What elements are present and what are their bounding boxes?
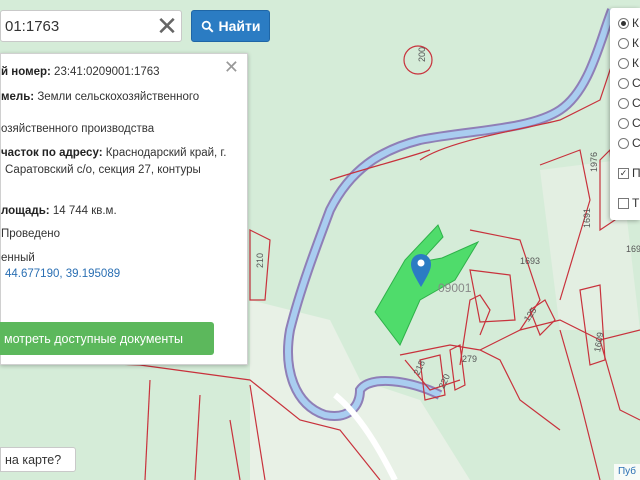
category-value: Земли сельскохозяйственного <box>37 91 200 103</box>
area-value: 14 744 кв.м. <box>52 205 117 217</box>
category-value-cont: озяйственного производства <box>1 123 155 135</box>
category-row: мель: Земли сельскохозяйственного <box>1 91 199 103</box>
radio-icon[interactable] <box>618 97 629 109</box>
status-value: Проведено <box>1 228 61 240</box>
radio-icon[interactable] <box>618 77 629 89</box>
parcel-label: 1693 <box>520 256 540 266</box>
checkbox-icon[interactable] <box>618 197 629 209</box>
layer-item[interactable]: С <box>618 116 640 130</box>
close-icon[interactable]: ✕ <box>224 58 239 76</box>
radio-icon[interactable] <box>618 17 629 29</box>
category-label: мель: <box>1 91 35 103</box>
checkbox-icon[interactable]: ✓ <box>618 167 629 179</box>
address-value-cont: Саратовский с/о, секция 27, контуры <box>5 164 201 176</box>
layer-label: К <box>632 56 639 70</box>
find-button[interactable]: Найти <box>191 10 270 42</box>
layer-item[interactable]: К <box>618 56 639 70</box>
layer-item[interactable]: С <box>618 76 640 90</box>
parcel-label: 09001 <box>438 281 472 295</box>
layer-label: Т <box>632 196 640 210</box>
parcel-label: 279 <box>462 354 477 364</box>
radio-icon[interactable] <box>618 137 629 149</box>
parcel-label: 210 <box>255 253 265 268</box>
layer-item[interactable]: С <box>618 136 640 150</box>
find-button-label: Найти <box>218 18 261 34</box>
address-row: часток по адресу: Краснодарский край, г. <box>1 147 226 159</box>
map-attribution[interactable]: Пуб <box>613 464 640 480</box>
layers-panel: К К К С С С С ✓ П Т <box>610 8 640 220</box>
layer-item[interactable]: ✓ П <box>618 166 640 180</box>
parcel-label: 1691 <box>582 208 592 228</box>
radio-icon[interactable] <box>618 117 629 129</box>
radio-icon[interactable] <box>618 57 629 69</box>
layer-item[interactable]: С <box>618 96 640 110</box>
cad-number-row: й номер: 23:41:0209001:1763 <box>1 66 160 78</box>
search-icon <box>201 20 213 32</box>
close-icon[interactable]: ✕ <box>153 12 181 40</box>
layer-label: П <box>632 166 640 180</box>
search-input[interactable]: 01:1763 <box>1 18 153 35</box>
cad-number-value: 23:41:0209001:1763 <box>54 66 160 78</box>
radio-icon[interactable] <box>618 37 629 49</box>
parcel-label: 1691 <box>626 244 640 254</box>
address-value: Краснодарский край, г. <box>105 147 227 159</box>
area-row: лощадь: 14 744 кв.м. <box>1 205 117 217</box>
parcel-info-popup: ✕ й номер: 23:41:0209001:1763 мель: Земл… <box>0 53 248 365</box>
address-label: часток по адресу: <box>1 147 103 159</box>
layer-label: С <box>632 96 640 110</box>
layer-item[interactable]: К <box>618 16 639 30</box>
search-field[interactable]: 01:1763 ✕ <box>0 10 182 42</box>
cad-number-label: й номер: <box>1 66 51 78</box>
layer-label: К <box>632 36 639 50</box>
area-label: лощадь: <box>1 205 50 217</box>
layer-label: С <box>632 76 640 90</box>
parcel-label: 200 <box>417 47 427 62</box>
layer-item[interactable]: Т <box>618 196 639 210</box>
coordinates-link[interactable]: 44.677190, 39.195089 <box>5 268 120 280</box>
extra-value: енный <box>1 252 35 264</box>
layer-label: К <box>632 16 639 30</box>
view-documents-button[interactable]: мотреть доступные документы <box>0 322 214 355</box>
layer-item[interactable]: К <box>618 36 639 50</box>
where-on-map-button[interactable]: на карте? <box>0 447 76 472</box>
layer-label: С <box>632 136 640 150</box>
layer-label: С <box>632 116 640 130</box>
parcel-label: 1976 <box>589 152 599 172</box>
